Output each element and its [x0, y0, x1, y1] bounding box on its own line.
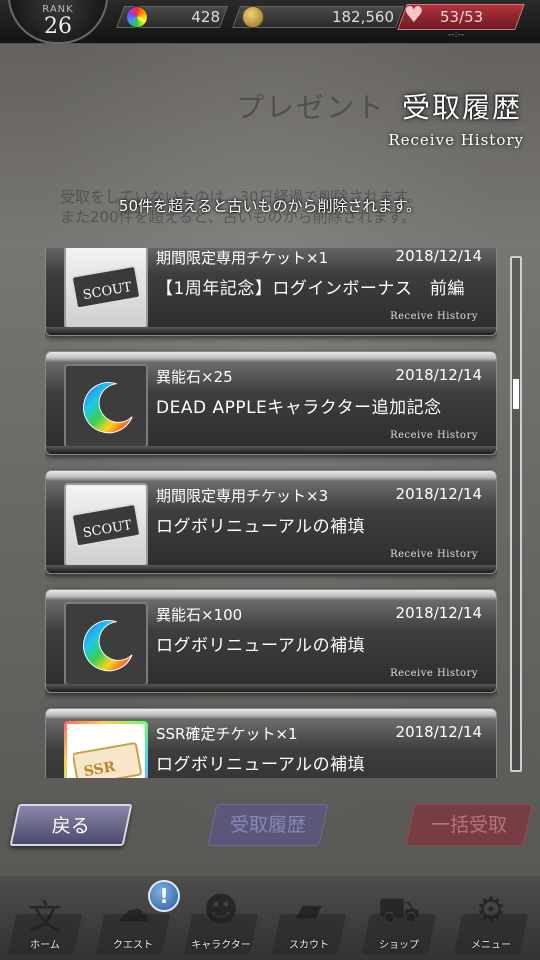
coin-icon: [242, 6, 264, 28]
history-item-name: 期間限定専用チケット×3: [156, 487, 329, 505]
history-item-stamp: Receive History: [390, 549, 478, 560]
history-item-date: 2018/12/14: [395, 485, 482, 503]
history-item-reason: 【1周年記念】ログインボーナス 前編: [156, 279, 465, 299]
scout-ticket-icon: SCOUT: [64, 248, 148, 329]
gem-count: 428: [191, 8, 220, 26]
history-item[interactable]: SCOUT 期間限定専用チケット×1 2018/12/14 【1周年記念】ログインボー…: [45, 248, 497, 336]
nav-menu[interactable]: ⚙ メニュー: [452, 890, 530, 960]
history-item-date: 2018/12/14: [395, 604, 482, 622]
page-title: 受取履歴: [401, 91, 522, 124]
history-item-reason: ログボリニューアルの補填: [156, 636, 366, 656]
history-list-track: SCOUT 期間限定専用チケット×1 2018/12/14 【1周年記念】ログインボー…: [45, 248, 497, 778]
shop-cart-icon: ⛟: [377, 890, 421, 930]
nav-shop[interactable]: ⛟ ショップ: [360, 890, 438, 960]
receive-history-button[interactable]: 受取履歴: [207, 804, 329, 846]
heart-icon: ♥: [404, 3, 424, 28]
history-item[interactable]: 異能石×25 2018/12/14 DEAD APPLEキャラクター追加記念 Rece…: [45, 351, 497, 455]
history-item-reason: DEAD APPLEキャラクター追加記念: [156, 398, 442, 418]
home-icon: 文: [28, 898, 62, 938]
history-item[interactable]: SCOUT 期間限定専用チケット×3 2018/12/14 ログボリニューアルの補填 R…: [45, 470, 497, 574]
history-item-reason: ログボリニューアルの補填: [156, 755, 366, 775]
history-list[interactable]: SCOUT 期間限定専用チケット×1 2018/12/14 【1周年記念】ログインボー…: [45, 248, 497, 778]
quest-alert-badge: !: [148, 880, 180, 912]
scout-book-icon: ▰: [295, 890, 323, 930]
history-item-date: 2018/12/14: [395, 723, 482, 741]
history-item-name: 異能石×25: [156, 368, 233, 386]
gear-icon: ⚙: [475, 890, 507, 930]
deletion-notice: 50件を超えると古いものから削除されます。: [118, 197, 422, 215]
nav-home-label: ホーム: [30, 940, 60, 951]
history-item-stamp: Receive History: [390, 311, 478, 322]
nav-menu-label: メニュー: [471, 940, 511, 951]
history-item-reason: ログボリニューアルの補填: [156, 517, 366, 537]
history-item-name: 異能石×100: [156, 606, 243, 624]
history-item-stamp: Receive History: [390, 668, 478, 679]
scrollbar-thumb[interactable]: [513, 379, 519, 409]
rank-badge[interactable]: RANK 26: [8, 0, 108, 44]
back-button-label: 戻る: [51, 815, 90, 837]
nav-scout-label: スカウト: [289, 940, 329, 951]
nav-shop-label: ショップ: [379, 940, 419, 951]
rank-value: 26: [44, 14, 72, 39]
scrollbar[interactable]: [510, 256, 522, 772]
nav-character[interactable]: ☻ キャラクター: [182, 890, 260, 960]
history-item[interactable]: 異能石×100 2018/12/14 ログボリニューアルの補填 Receive His…: [45, 589, 497, 693]
rainbow-moon-stone-icon: [64, 364, 148, 448]
back-button[interactable]: 戻る: [9, 804, 133, 846]
stamina-timer: --:--: [448, 30, 465, 40]
nav-quest-label: クエスト: [113, 940, 153, 951]
bulk-receive-button-label: 一括受取: [430, 814, 507, 836]
history-item-name: 期間限定専用チケット×1: [156, 249, 329, 267]
history-item-date: 2018/12/14: [395, 366, 482, 384]
gem-icon: [126, 6, 148, 28]
receive-history-button-label: 受取履歴: [229, 814, 306, 836]
nav-scout[interactable]: ▰ スカウト: [270, 890, 348, 960]
character-icon: ☻: [203, 890, 239, 930]
scout-ticket-icon: SCOUT: [64, 483, 148, 567]
nav-character-label: キャラクター: [191, 940, 251, 951]
coin-count: 182,560: [331, 8, 394, 26]
history-item[interactable]: SSRSSR確定チケット×12018/12/14ログボリニューアルの補填Rece…: [45, 708, 497, 778]
history-item-name: SSR確定チケット×1: [156, 725, 298, 743]
history-item-date: 2018/12/14: [395, 248, 482, 265]
history-item-stamp: Receive History: [390, 430, 478, 441]
ssr-ticket-icon: SSR: [64, 721, 148, 778]
nav-home[interactable]: 文 ホーム: [6, 890, 84, 960]
bottom-navigation: 文 ホーム ☁ クエスト ☻ キャラクター ▰ スカウト ⛟ ショップ ⚙ メニ…: [0, 876, 540, 960]
stamina-count: 53/53: [440, 8, 484, 26]
page-subtitle: Receive History: [388, 131, 524, 149]
rainbow-moon-stone-icon: [64, 602, 148, 686]
bulk-receive-button[interactable]: 一括受取: [405, 804, 533, 846]
